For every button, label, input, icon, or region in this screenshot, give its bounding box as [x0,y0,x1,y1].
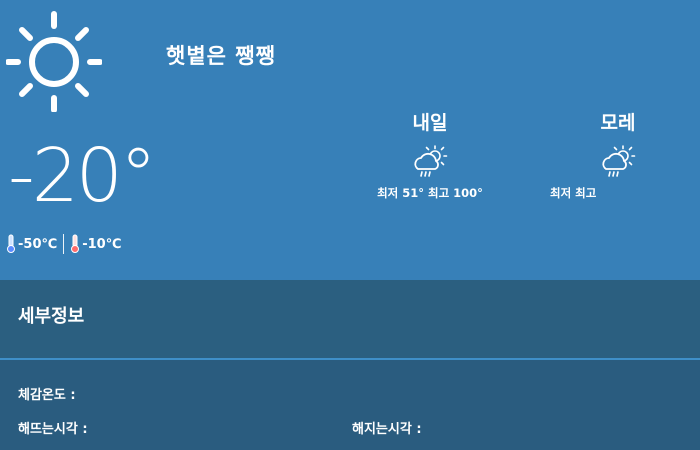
cloud-sun-rain-icon [414,145,448,177]
forecast-day-label: 모레 [600,112,636,134]
forecast-range: 최저 51° 최고 100° [377,186,483,200]
forecast-day-label: 내일 [412,112,448,134]
sunset-label: 해지는시각 : [352,422,422,437]
sun-icon [6,11,102,112]
max-temperature: -10℃ [82,236,122,252]
divider [63,234,65,254]
feels-like-label: 체감온도 : [18,388,76,403]
forecast-day-after: 모레 최저 최고 [548,108,688,201]
sunrise-label: 해뜨는시각 : [18,422,88,437]
forecast-tomorrow: 내일 최저 51° 최고 100° [360,108,500,201]
details-header [0,280,700,360]
current-temperature: -20° [8,133,157,219]
details-panel [0,360,700,450]
current-weather-panel: 햇볕은 쨍쨍 -20° -50℃ -10℃ 내일 최저 51° 최고 100° … [0,0,700,280]
weather-condition: 햇볕은 쨍쨍 [166,44,276,68]
details-title: 세부정보 [18,306,85,327]
thermometer-cold-icon [7,234,15,253]
min-max-temperature: -50℃ -10℃ [6,232,121,256]
cloud-sun-rain-icon [602,145,636,177]
thermometer-hot-icon [71,234,80,253]
forecast-range: 최저 최고 [550,186,597,200]
min-temperature: -50℃ [18,236,58,252]
